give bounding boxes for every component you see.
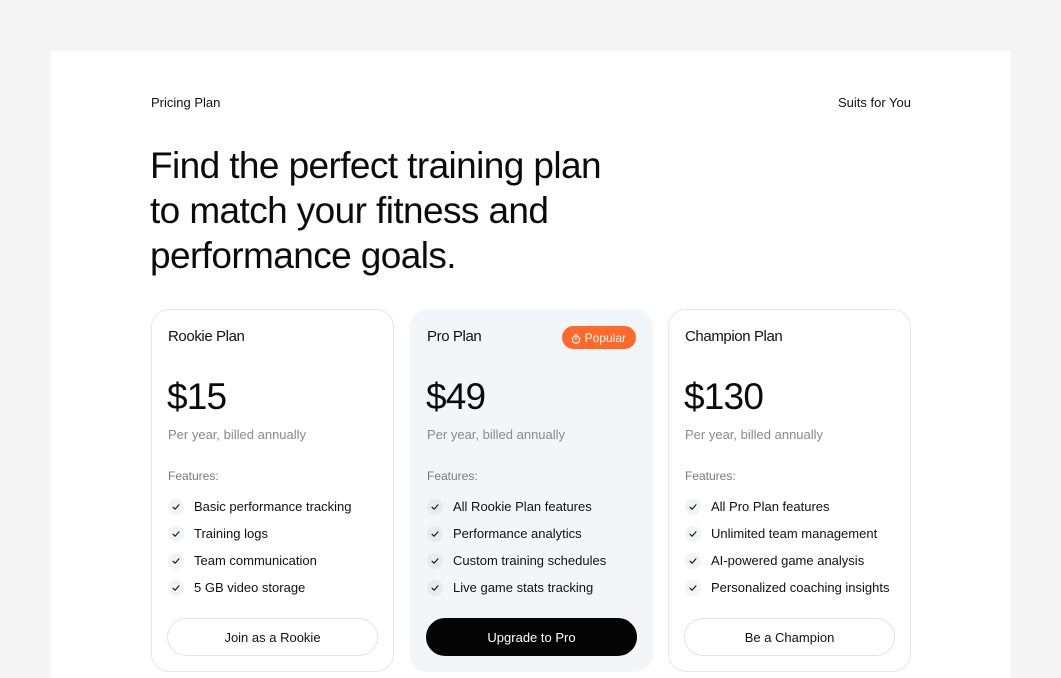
popular-badge: Popular	[561, 326, 636, 349]
stopwatch-icon	[571, 333, 581, 344]
plan-billing: Per year, billed annually	[427, 427, 566, 442]
be-a-champion-button[interactable]: Be a Champion	[684, 618, 895, 656]
check-icon	[685, 552, 701, 569]
upgrade-to-pro-button[interactable]: Upgrade to Pro	[426, 618, 637, 656]
plan-card-champion: Champion Plan $130 Per year, billed annu…	[668, 309, 911, 672]
feature-item: Team communication	[168, 547, 352, 574]
plan-card-rookie: Rookie Plan $15 Per year, billed annuall…	[151, 309, 394, 672]
feature-text: All Rookie Plan features	[453, 499, 592, 514]
page-title: Find the perfect training plan to match …	[150, 145, 602, 276]
feature-text: Training logs	[194, 526, 268, 541]
check-icon	[168, 498, 184, 515]
feature-text: Unlimited team management	[711, 526, 878, 541]
feature-item: All Pro Plan features	[685, 493, 890, 520]
check-icon	[168, 525, 184, 542]
check-icon	[168, 552, 184, 569]
check-icon	[427, 552, 443, 569]
check-icon	[168, 579, 184, 596]
feature-text: Performance analytics	[453, 526, 582, 541]
feature-item: Training logs	[168, 520, 352, 547]
pricing-section: Pricing Plan Suits for You Find the perf…	[51, 51, 1011, 678]
feature-text: All Pro Plan features	[711, 499, 830, 514]
feature-text: Basic performance tracking	[194, 499, 352, 514]
features-label: Features:	[685, 469, 736, 483]
feature-item: Custom training schedules	[427, 547, 606, 574]
feature-text: AI-powered game analysis	[711, 553, 865, 568]
plan-card-pro: Pro Plan Popular $49 Per year, billed an…	[410, 309, 653, 672]
plan-price: $130	[684, 376, 764, 417]
plan-billing: Per year, billed annually	[168, 427, 307, 442]
feature-list: Basic performance tracking Training logs…	[168, 493, 352, 601]
section-eyebrow: Pricing Plan	[151, 95, 221, 110]
check-icon	[685, 525, 701, 542]
check-icon	[685, 579, 701, 596]
feature-item: 5 GB video storage	[168, 574, 352, 601]
check-icon	[427, 525, 443, 542]
features-label: Features:	[168, 469, 219, 483]
feature-item: Basic performance tracking	[168, 493, 352, 520]
feature-text: Personalized coaching insights	[711, 580, 890, 595]
badge-label: Popular	[584, 330, 626, 345]
check-icon	[427, 579, 443, 596]
feature-text: Custom training schedules	[453, 553, 607, 568]
plan-price: $49	[426, 376, 486, 417]
plan-name: Pro Plan	[427, 328, 482, 345]
feature-item: AI-powered game analysis	[685, 547, 890, 574]
join-rookie-button[interactable]: Join as a Rookie	[167, 618, 378, 656]
feature-text: 5 GB video storage	[194, 580, 306, 595]
feature-text: Live game stats tracking	[453, 580, 594, 595]
feature-text: Team communication	[194, 553, 317, 568]
plan-name: Champion Plan	[685, 328, 783, 345]
feature-item: Personalized coaching insights	[685, 574, 890, 601]
plan-name: Rookie Plan	[168, 328, 245, 345]
section-tagline: Suits for You	[838, 95, 911, 110]
check-icon	[427, 498, 443, 515]
feature-list: All Pro Plan features Unlimited team man…	[685, 493, 890, 601]
features-label: Features:	[427, 469, 478, 483]
feature-item: All Rookie Plan features	[427, 493, 606, 520]
feature-item: Performance analytics	[427, 520, 606, 547]
feature-item: Live game stats tracking	[427, 574, 606, 601]
plan-price: $15	[167, 376, 227, 417]
check-icon	[685, 498, 701, 515]
feature-item: Unlimited team management	[685, 520, 890, 547]
feature-list: All Rookie Plan features Performance ana…	[427, 493, 606, 601]
plan-billing: Per year, billed annually	[685, 427, 824, 442]
